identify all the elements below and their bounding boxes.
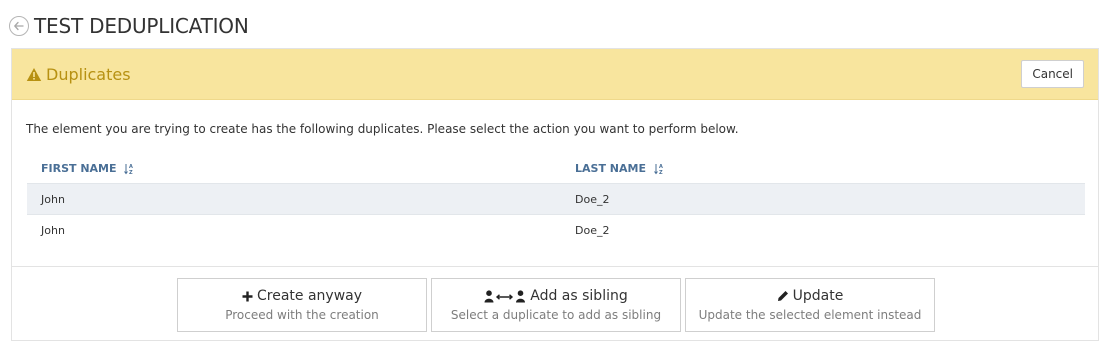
user-link-user-icon [484,289,526,303]
cell-first-name: John [27,214,561,245]
sort-alpha-icon[interactable]: A Z [124,163,134,175]
add-as-sibling-label-row: Add as sibling [484,288,628,304]
warning-icon [26,67,42,81]
add-as-sibling-label: Add as sibling [530,288,628,304]
create-anyway-label-row: Create anyway [242,288,362,304]
cell-last-name: Doe_2 [561,183,1085,215]
duplicates-message: The element you are trying to create has… [26,122,739,136]
update-button[interactable]: Update Update the selected element inste… [685,278,935,332]
duplicates-table: FIRST NAME A Z LAST NAME A Z John Doe_2 … [27,161,1085,245]
duplicates-panel: Duplicates Cancel The element you are tr… [11,48,1099,341]
update-label: Update [792,288,844,304]
create-anyway-description: Proceed with the creation [225,308,379,322]
heading-title-group: Duplicates [26,65,131,84]
panel-title: Duplicates [46,64,131,84]
create-anyway-button[interactable]: Create anyway Proceed with the creation [177,278,427,332]
cell-first-name: John [27,183,561,215]
table-header-row: FIRST NAME A Z LAST NAME A Z [27,161,1085,184]
pencil-icon [777,290,789,302]
add-as-sibling-description: Select a duplicate to add as sibling [450,308,662,322]
panel-body: The element you are trying to create has… [12,100,1098,245]
table-row[interactable]: John Doe_2 [27,183,1085,215]
back-arrow-icon[interactable] [9,16,29,36]
column-header-last-name[interactable]: LAST NAME A Z [561,161,1085,184]
panel-heading: Duplicates Cancel [12,49,1098,100]
action-buttons: Create anyway Proceed with the creation [177,278,935,332]
sort-alpha-icon[interactable]: A Z [653,163,664,175]
table-row[interactable]: John Doe_2 [27,214,1085,245]
cell-last-name: Doe_2 [561,214,1085,245]
column-header-first-name[interactable]: FIRST NAME A Z [27,161,561,184]
panel-footer: Create anyway Proceed with the creation [12,266,1098,340]
update-label-row: Update [777,288,844,304]
page-header: TEST DEDUPLICATION [9,13,249,39]
add-as-sibling-button[interactable]: Add as sibling Select a duplicate to add… [431,278,681,332]
svg-text:Z: Z [129,170,133,175]
column-header-label: FIRST NAME [41,161,117,175]
page-title: TEST DEDUPLICATION [34,14,249,38]
svg-text:Z: Z [659,170,663,175]
update-description: Update the selected element instead [698,308,922,322]
plus-icon [242,291,253,302]
create-anyway-label: Create anyway [256,288,363,304]
cancel-button[interactable]: Cancel [1021,60,1084,88]
column-header-label: LAST NAME [575,161,646,175]
